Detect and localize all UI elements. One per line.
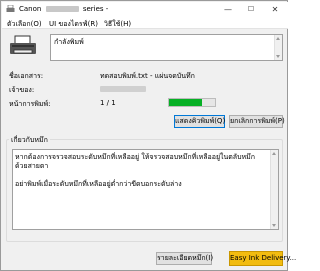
owner-label: เจ้าของ:	[9, 86, 35, 94]
status-scrollbar[interactable]	[274, 35, 282, 60]
menu-options[interactable]: ตัวเลือก(O)	[7, 19, 42, 30]
status-message-box: กำลังพิมพ์	[50, 34, 283, 61]
document-name-value: ทดสอบพิมพ์.txt - แผ่นจดบันทึก	[100, 72, 195, 80]
menu-help[interactable]: วิธีใช้(H)	[104, 19, 131, 30]
cancel-printing-button[interactable]: ยกเลิกการพิมพ์(P)	[229, 115, 285, 128]
printer-app-icon	[6, 5, 15, 12]
status-monitor-window: Canon series - — ☐ ✕ ตัวเลือก(O) UI ของไ…	[0, 0, 296, 271]
redacted-owner-name	[100, 86, 146, 92]
printing-page-value: 1 / 1	[100, 99, 116, 107]
progress-fill	[169, 99, 203, 106]
scroll-down-icon[interactable]	[276, 55, 280, 58]
scroll-up-icon[interactable]	[272, 152, 276, 155]
menu-driver-ui[interactable]: UI ของไดรฟ์(R)	[49, 19, 98, 30]
easy-ink-delivery-button[interactable]: Easy Ink Delivery...	[229, 251, 296, 266]
print-progress-bar	[168, 98, 216, 107]
scroll-up-icon[interactable]	[276, 37, 280, 40]
status-message: กำลังพิมพ์	[54, 38, 84, 46]
maximize-button[interactable]: ☐	[240, 3, 262, 16]
ink-details-button[interactable]: รายละเอียดหมึก(I)	[156, 252, 213, 265]
redacted-model-name	[45, 6, 79, 12]
ink-message-line1: หากต้องการจรวจสอบระดับหมึกที่เหลืออยู่ ใ…	[15, 153, 255, 170]
printing-page-label: หน้าการพิมพ์:	[9, 100, 51, 108]
printer-icon	[10, 35, 36, 54]
ink-message-line2: อย่าพิมพ์เมื่อระดับหมึกที่เหลืออยู่ต่ำกว…	[15, 180, 182, 188]
title-bar: Canon series - — ☐ ✕	[2, 2, 288, 17]
ink-scrollbar[interactable]	[270, 150, 278, 229]
document-name-label: ชื่อเอกสาร:	[9, 72, 44, 80]
display-print-queue-button[interactable]: แสดงคิวพิมพ์(Q)	[174, 115, 225, 128]
ink-group-label: เกี่ยวกับหมึก	[9, 135, 50, 146]
owner-value	[100, 85, 146, 93]
close-button[interactable]: ✕	[264, 3, 286, 16]
minimize-button[interactable]: —	[217, 3, 239, 16]
menu-bar: ตัวเลือก(O) UI ของไดรฟ์(R) วิธีใช้(H)	[2, 17, 288, 29]
window-title: Canon series -	[19, 5, 109, 13]
scroll-down-icon[interactable]	[272, 224, 276, 227]
